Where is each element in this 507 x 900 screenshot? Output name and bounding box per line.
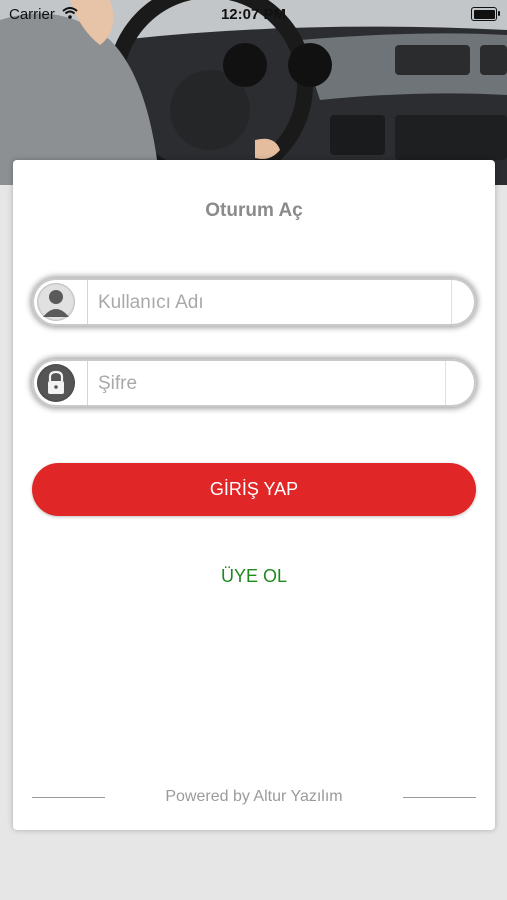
field-divider [445,361,446,405]
username-input[interactable] [96,278,440,328]
signup-link[interactable]: ÜYE OL [13,566,495,587]
login-button[interactable]: GİRİŞ YAP [32,463,476,516]
field-divider [87,280,88,324]
password-field[interactable] [32,359,476,409]
page-title: Oturum Aç [205,200,303,221]
clock: 12:07 PM [220,6,287,23]
lock-icon [37,364,75,402]
field-divider [451,280,452,324]
user-icon [37,283,75,321]
username-field[interactable] [32,278,476,328]
battery-icon [471,7,500,21]
footer-divider-right [403,797,476,798]
password-input[interactable] [96,359,440,409]
login-card: Oturum Aç GİRİŞ YAP ÜYE OL Powered by Al… [13,160,495,830]
field-divider [87,361,88,405]
status-bar: Carrier 12:07 PM [0,0,507,28]
